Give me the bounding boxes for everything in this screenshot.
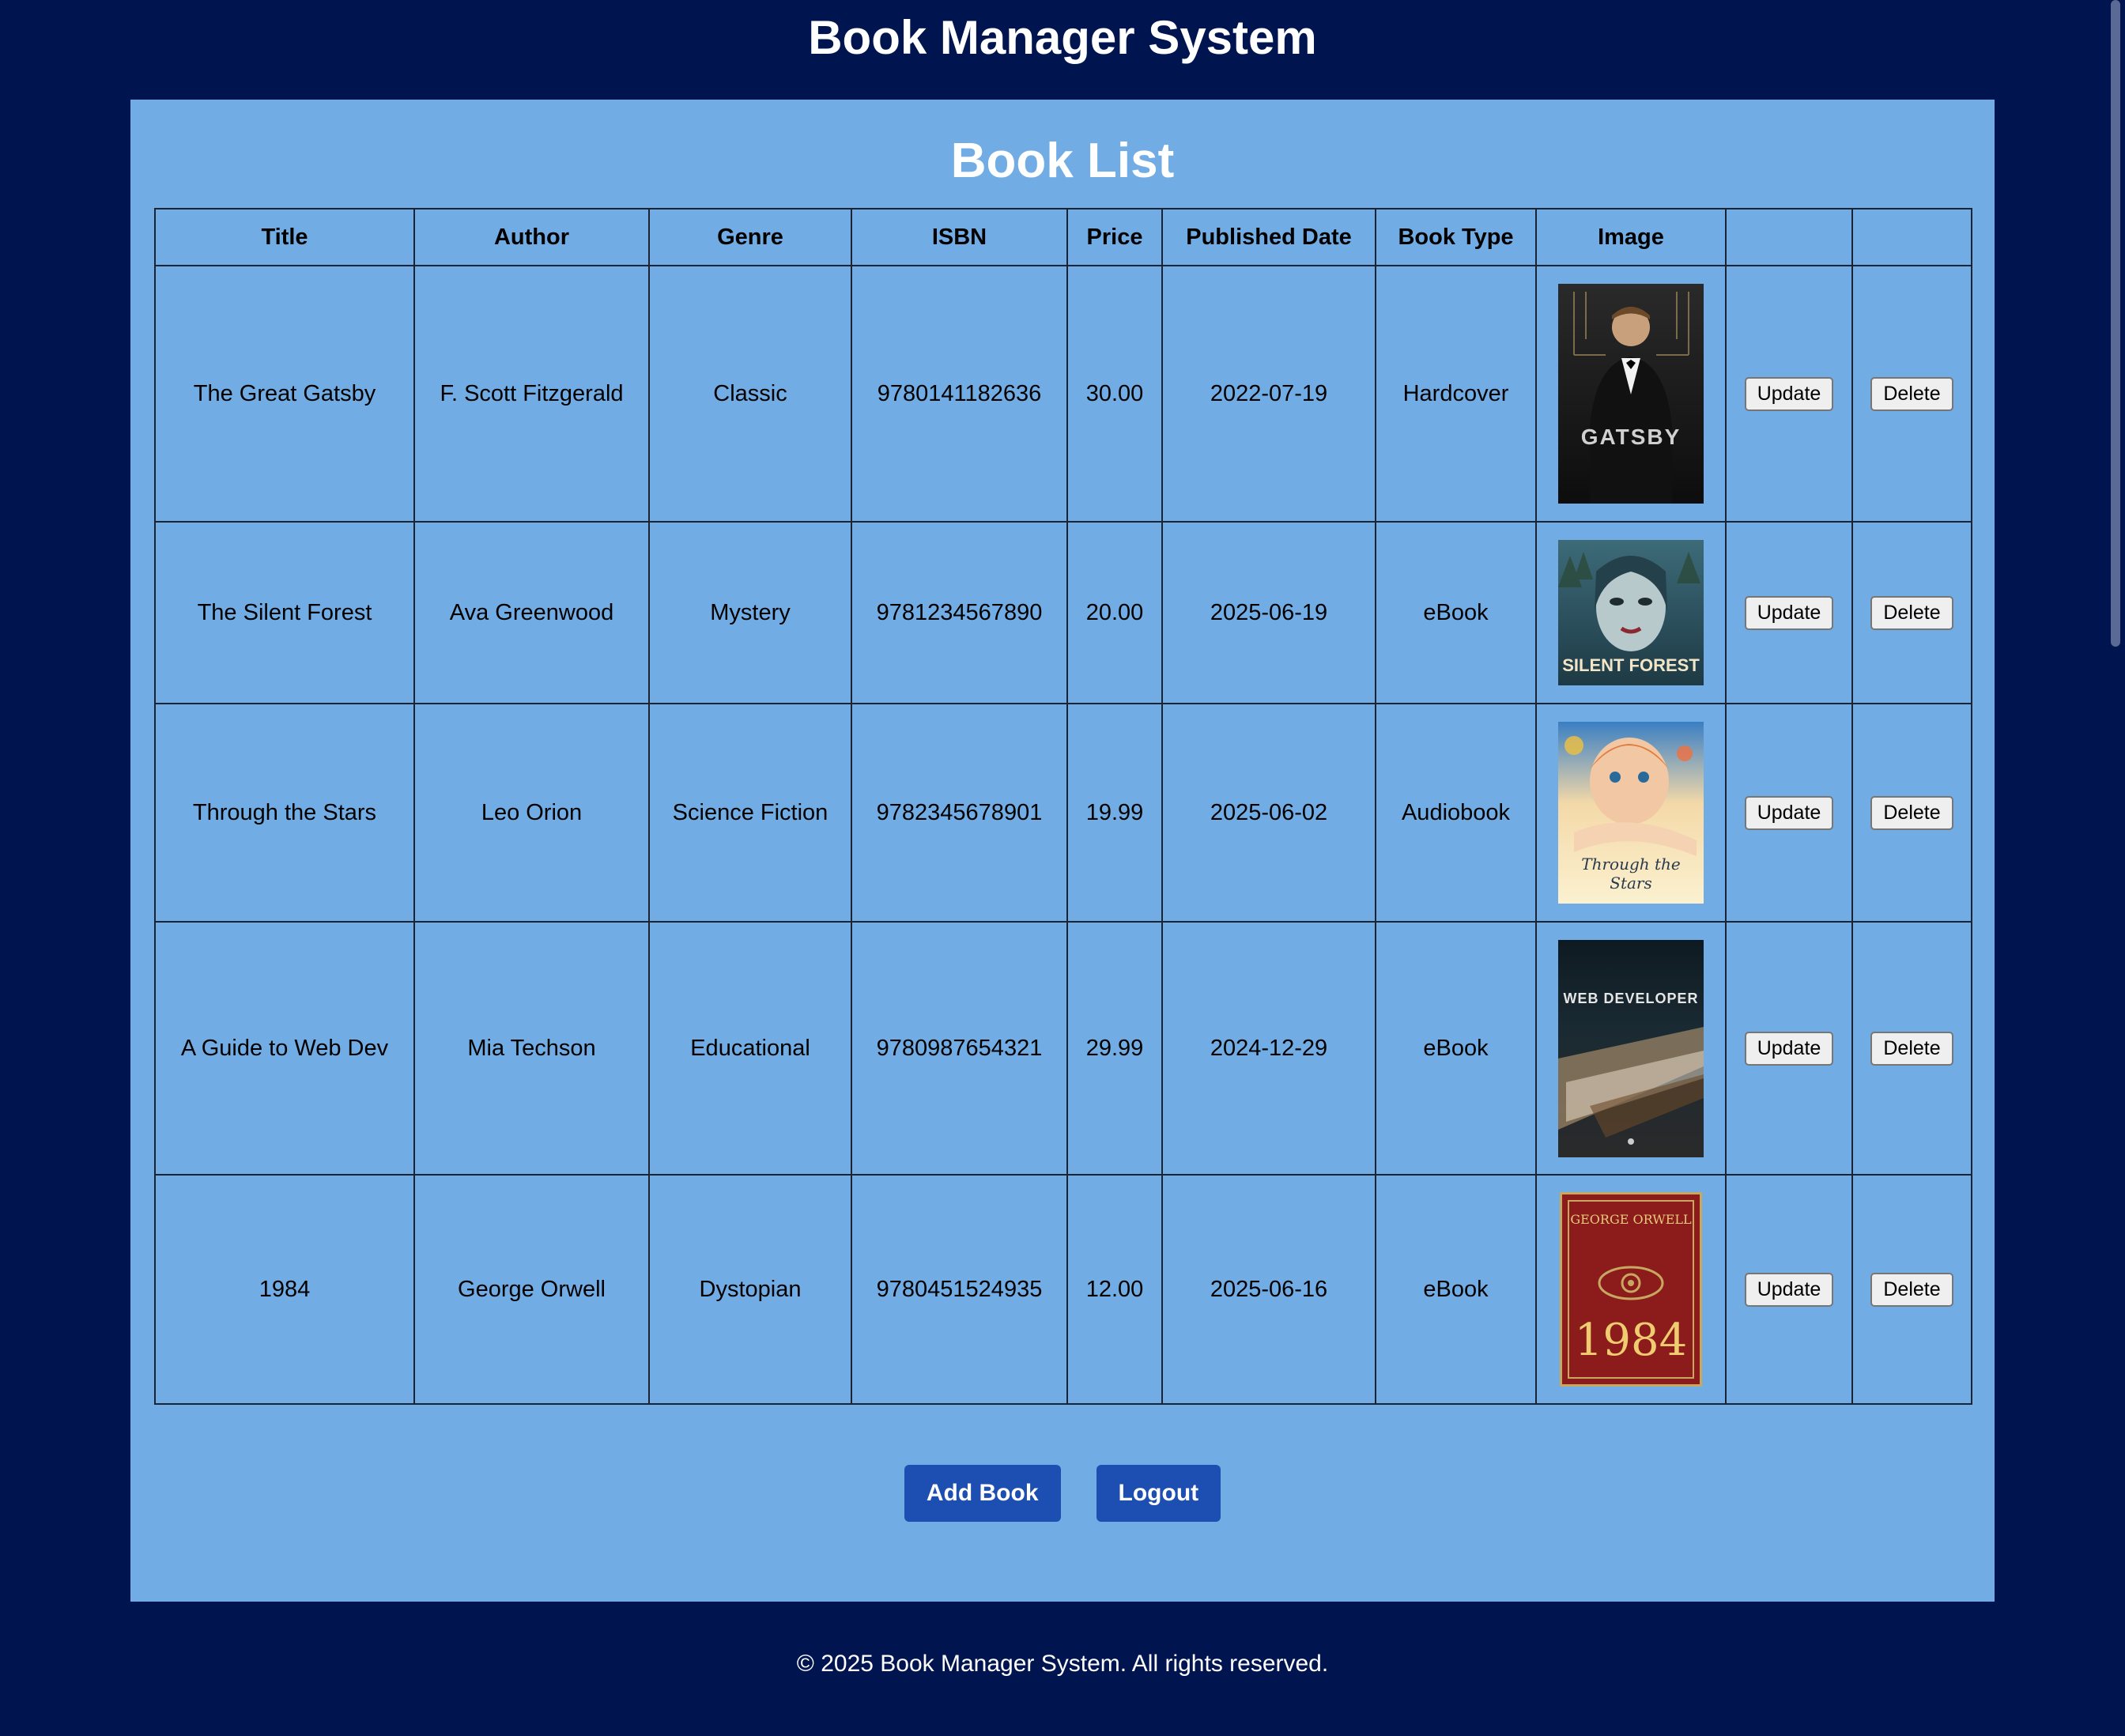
- table-row: The Silent Forest Ava Greenwood Mystery …: [154, 521, 1972, 704]
- cell-isbn: 9781234567890: [851, 521, 1068, 704]
- cell-image: GEORGE ORWELL 1984: [1535, 1174, 1727, 1405]
- cell-isbn: 9780987654321: [851, 921, 1068, 1176]
- cell-isbn: 9780451524935: [851, 1174, 1068, 1405]
- book-cover-image: GEORGE ORWELL 1984: [1560, 1192, 1702, 1387]
- cover-author-text: GEORGE ORWELL: [1570, 1212, 1692, 1227]
- site-title: Book Manager System: [808, 11, 1317, 64]
- header-isbn: ISBN: [851, 208, 1068, 266]
- delete-button[interactable]: Delete: [1870, 376, 1953, 411]
- cell-author: Ava Greenwood: [413, 521, 650, 704]
- cell-published-date: 2024-12-29: [1161, 921, 1376, 1176]
- cell-update: Update: [1725, 1174, 1853, 1405]
- delete-button[interactable]: Delete: [1870, 1272, 1953, 1307]
- cell-published-date: 2022-07-19: [1161, 265, 1376, 523]
- cell-update: Update: [1725, 265, 1853, 523]
- update-button[interactable]: Update: [1744, 795, 1834, 830]
- cell-delete: Delete: [1851, 265, 1972, 523]
- table-row: The Great Gatsby F. Scott Fitzgerald Cla…: [154, 265, 1972, 523]
- cell-genre: Educational: [648, 921, 852, 1176]
- cell-genre: Classic: [648, 265, 852, 523]
- cell-delete: Delete: [1851, 521, 1972, 704]
- cell-image: SILENT FOREST: [1535, 521, 1727, 704]
- cell-genre: Dystopian: [648, 1174, 852, 1405]
- cell-published-date: 2025-06-02: [1161, 703, 1376, 923]
- cell-author: George Orwell: [413, 1174, 650, 1405]
- cell-title: A Guide to Web Dev: [154, 921, 415, 1176]
- cell-update: Update: [1725, 703, 1853, 923]
- cell-book-type: Audiobook: [1375, 703, 1537, 923]
- header-author: Author: [413, 208, 650, 266]
- header-book-type: Book Type: [1375, 208, 1537, 266]
- cell-book-type: eBook: [1375, 1174, 1537, 1405]
- cell-published-date: 2025-06-16: [1161, 1174, 1376, 1405]
- cell-delete: Delete: [1851, 703, 1972, 923]
- book-cover-image: WEB DEVELOPER: [1558, 939, 1704, 1157]
- cell-price: 20.00: [1066, 521, 1163, 704]
- cell-published-date: 2025-06-19: [1161, 521, 1376, 704]
- cell-genre: Mystery: [648, 521, 852, 704]
- header-title: Title: [154, 208, 415, 266]
- cell-delete: Delete: [1851, 921, 1972, 1176]
- delete-button[interactable]: Delete: [1870, 795, 1953, 830]
- cell-book-type: Hardcover: [1375, 265, 1537, 523]
- cell-title: The Great Gatsby: [154, 265, 415, 523]
- cell-price: 19.99: [1066, 703, 1163, 923]
- cell-book-type: eBook: [1375, 521, 1537, 704]
- header-genre: Genre: [648, 208, 852, 266]
- page-title: Book List: [950, 134, 1175, 188]
- delete-button[interactable]: Delete: [1870, 595, 1953, 630]
- cell-author: F. Scott Fitzgerald: [413, 265, 650, 523]
- cell-genre: Science Fiction: [648, 703, 852, 923]
- cell-price: 12.00: [1066, 1174, 1163, 1405]
- cell-isbn: 9780141182636: [851, 265, 1068, 523]
- update-button[interactable]: Update: [1744, 376, 1834, 411]
- cover-title-text: WEB DEVELOPER: [1563, 990, 1699, 1006]
- cell-delete: Delete: [1851, 1174, 1972, 1405]
- add-book-button[interactable]: Add Book: [904, 1465, 1061, 1522]
- cell-image: WEB DEVELOPER: [1535, 921, 1727, 1176]
- delete-button[interactable]: Delete: [1870, 1031, 1953, 1066]
- book-list-panel: Book List Title Author Genre ISBN Price …: [130, 100, 1995, 1602]
- header-image: Image: [1535, 208, 1727, 266]
- cell-isbn: 9782345678901: [851, 703, 1068, 923]
- cell-title: Through the Stars: [154, 703, 415, 923]
- update-button[interactable]: Update: [1744, 1272, 1834, 1307]
- table-header-row: Title Author Genre ISBN Price Published …: [154, 208, 1972, 266]
- cell-update: Update: [1725, 921, 1853, 1176]
- update-button[interactable]: Update: [1744, 1031, 1834, 1066]
- page-actions: Add Book Logout: [130, 1465, 1995, 1523]
- table-row: 1984 George Orwell Dystopian 97804515249…: [154, 1174, 1972, 1405]
- cell-author: Mia Techson: [413, 921, 650, 1176]
- update-button[interactable]: Update: [1744, 595, 1834, 630]
- cell-title: The Silent Forest: [154, 521, 415, 704]
- header-update: [1725, 208, 1853, 266]
- logout-button[interactable]: Logout: [1096, 1465, 1221, 1522]
- footer-copyright: © 2025 Book Manager System. All rights r…: [796, 1651, 1329, 1677]
- cover-title-text: SILENT FOREST: [1562, 655, 1700, 675]
- cover-title-text: 1984: [1574, 1315, 1688, 1366]
- cell-book-type: eBook: [1375, 921, 1537, 1176]
- cover-title-text: Through the Stars: [1581, 855, 1681, 893]
- header-delete: [1851, 208, 1972, 266]
- cell-image: Through the Stars: [1535, 703, 1727, 923]
- cell-update: Update: [1725, 521, 1853, 704]
- cell-price: 29.99: [1066, 921, 1163, 1176]
- books-table: Title Author Genre ISBN Price Published …: [154, 208, 1972, 1405]
- cell-author: Leo Orion: [413, 703, 650, 923]
- cover-title-text: GATSBY: [1580, 425, 1682, 449]
- table-row: Through the Stars Leo Orion Science Fict…: [154, 703, 1972, 923]
- book-cover-image: GATSBY: [1558, 284, 1704, 504]
- cell-price: 30.00: [1066, 265, 1163, 523]
- page-scrollbar[interactable]: [2111, 0, 2120, 647]
- cell-title: 1984: [154, 1174, 415, 1405]
- header-published-date: Published Date: [1161, 208, 1376, 266]
- book-cover-image: Through the Stars: [1558, 722, 1704, 904]
- table-row: A Guide to Web Dev Mia Techson Education…: [154, 921, 1972, 1176]
- header-price: Price: [1066, 208, 1163, 266]
- book-cover-image: SILENT FOREST: [1558, 540, 1704, 685]
- cell-image: GATSBY: [1535, 265, 1727, 523]
